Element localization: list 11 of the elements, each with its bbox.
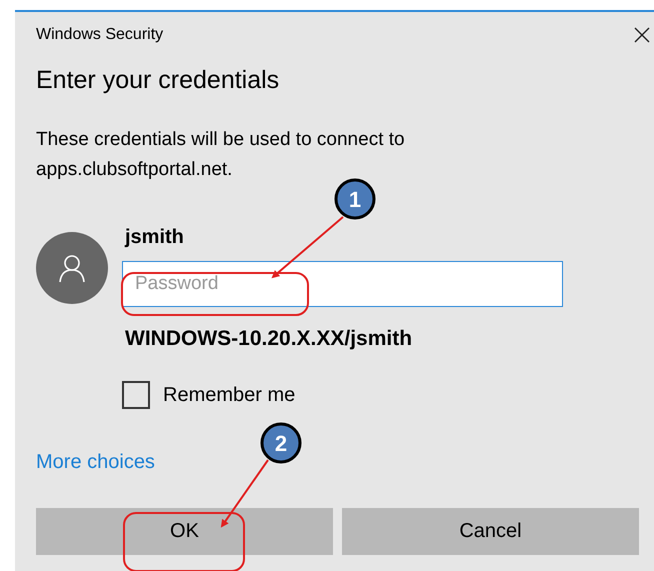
remember-checkbox[interactable] xyxy=(122,381,150,409)
window-title: Windows Security xyxy=(36,26,164,44)
remember-label: Remember me xyxy=(163,384,296,406)
account-name: WINDOWS-10.20.X.XX/jsmith xyxy=(125,327,414,351)
cancel-button[interactable]: Cancel xyxy=(342,508,639,555)
user-name: jsmith xyxy=(125,226,185,249)
dialog-heading: Enter your credentials xyxy=(36,66,280,95)
close-icon[interactable] xyxy=(634,27,650,43)
password-field[interactable]: Password xyxy=(122,261,563,307)
ok-button[interactable]: OK xyxy=(36,508,333,555)
callout-arrow xyxy=(220,459,269,528)
